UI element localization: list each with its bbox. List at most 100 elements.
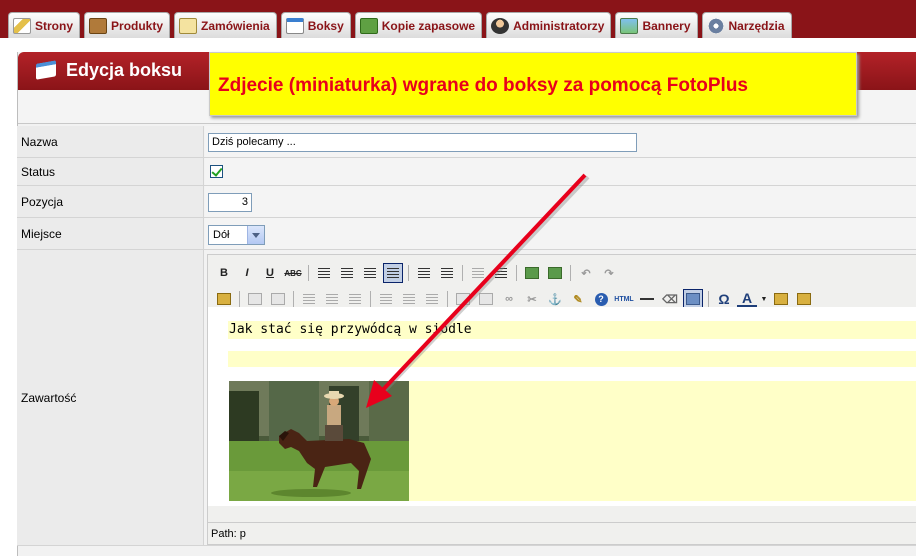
scroll-icon	[179, 17, 198, 34]
special-char-button[interactable]: Ω	[714, 289, 734, 309]
italic-button[interactable]: I	[237, 263, 257, 283]
main-tabs: Strony Produkty Zamówienia Boksy Kopie z…	[8, 12, 792, 38]
delete-col-button[interactable]	[422, 289, 442, 309]
horse-rider-photo[interactable]	[229, 381, 409, 501]
position-field-cell: 3	[205, 186, 916, 217]
document-icon	[36, 60, 56, 80]
bullet-list-button[interactable]	[414, 263, 434, 283]
tab-zamowienia[interactable]: Zamówienia	[174, 12, 277, 38]
undo-button[interactable]: ↶	[576, 263, 596, 283]
edit-icon	[217, 293, 231, 305]
help-button[interactable]: ?	[591, 289, 611, 309]
toolbar-separator	[462, 265, 463, 281]
edit-css-button[interactable]	[214, 289, 234, 309]
place-select-value: Dół	[213, 229, 230, 241]
outdent-icon	[472, 268, 484, 278]
tab-administratorzy[interactable]: Administratorzy	[486, 12, 612, 38]
content-paragraph: Jak stać się przywódcą w siodle	[229, 322, 472, 337]
toolbar-separator	[516, 265, 517, 281]
link-icon: ∞	[505, 293, 513, 305]
status-field-cell	[205, 158, 916, 185]
split-cells-button[interactable]	[453, 289, 473, 309]
editor-toolbar-row-2: ∞ ✂ ⚓ ✎ ? HTML ⌫ Ω A ▼	[214, 289, 814, 309]
align-justify-button[interactable]	[383, 263, 403, 283]
align-right-icon	[364, 268, 376, 278]
merge-cells-button[interactable]	[476, 289, 496, 309]
insert-col-button[interactable]	[268, 289, 288, 309]
font-color-button[interactable]: A	[737, 290, 757, 308]
annotation-text: Zdjecie (miniaturka) wgrane do boksy za …	[218, 75, 748, 96]
name-label: Nazwa	[17, 126, 204, 157]
link-button[interactable]: ∞	[499, 289, 519, 309]
row-before-button[interactable]	[299, 289, 319, 309]
unlink-button[interactable]: ✂	[522, 289, 542, 309]
tab-strony[interactable]: Strony	[8, 12, 81, 38]
row-before-icon	[303, 294, 315, 304]
delete-row-button[interactable]	[345, 289, 365, 309]
visual-aid-button[interactable]	[683, 289, 703, 309]
indent-icon	[495, 268, 507, 278]
tab-label: Bannery	[642, 18, 691, 33]
tab-bannery[interactable]: Bannery	[615, 12, 698, 38]
media-button[interactable]	[522, 263, 542, 283]
bullet-list-icon	[418, 268, 430, 278]
cleanup-button[interactable]: ✎	[568, 289, 588, 309]
form-row-status: Status	[17, 158, 916, 186]
redo-button[interactable]: ↷	[599, 263, 619, 283]
align-center-button[interactable]	[337, 263, 357, 283]
content-highlight	[408, 381, 916, 501]
horizontal-rule-button[interactable]	[637, 289, 657, 309]
toolbar-separator	[293, 291, 294, 307]
box-icon	[89, 17, 108, 34]
toolbar-separator	[408, 265, 409, 281]
place-select[interactable]: Dół	[208, 225, 265, 245]
col-before-button[interactable]	[376, 289, 396, 309]
underline-button[interactable]: U	[260, 263, 280, 283]
row-after-button[interactable]	[322, 289, 342, 309]
bold-button[interactable]: B	[214, 263, 234, 283]
position-input[interactable]: 3	[208, 193, 252, 212]
form-row-content: Zawartość B I U ABC ↶ ↷ ∞ ✂ ⚓ ✎ ? HTML ⌫…	[17, 250, 916, 546]
numbered-list-button[interactable]	[437, 263, 457, 283]
font-color-dropdown[interactable]: ▼	[760, 289, 768, 309]
eraser-icon: ⌫	[662, 293, 678, 306]
content-highlight	[228, 351, 916, 367]
editor-content-area[interactable]: Jak stać się przywódcą w siodle	[208, 307, 916, 506]
align-left-button[interactable]	[314, 263, 334, 283]
pencil-icon	[13, 17, 31, 34]
align-right-button[interactable]	[360, 263, 380, 283]
status-label: Status	[17, 158, 204, 185]
numbered-list-icon	[441, 268, 453, 278]
help-icon: ?	[594, 292, 608, 306]
tab-label: Boksy	[307, 18, 344, 33]
name-input[interactable]: Dziś polecamy ...	[208, 133, 637, 152]
indent-button[interactable]	[491, 263, 511, 283]
col-after-button[interactable]	[399, 289, 419, 309]
tab-produkty[interactable]: Produkty	[84, 12, 171, 38]
toolbar-separator	[708, 291, 709, 307]
col-before-icon	[380, 294, 392, 304]
paste-word-button[interactable]	[794, 289, 814, 309]
split-cells-icon	[456, 293, 470, 305]
chevron-down-icon[interactable]	[247, 226, 264, 244]
name-field-cell: Dziś polecamy ...	[205, 126, 916, 157]
status-checkbox[interactable]	[210, 165, 223, 178]
anchor-button[interactable]: ⚓	[545, 289, 565, 309]
tab-kopie-zapasowe[interactable]: Kopie zapasowe	[354, 12, 483, 38]
col-after-icon	[403, 294, 415, 304]
toolbar-separator	[570, 265, 571, 281]
hr-icon	[640, 298, 654, 300]
form-row-position: Pozycja 3	[17, 186, 916, 218]
image-button[interactable]	[545, 263, 565, 283]
toolbar-separator	[239, 291, 240, 307]
insert-row-button[interactable]	[245, 289, 265, 309]
tab-boksy[interactable]: Boksy	[280, 12, 351, 38]
tab-narzedzia[interactable]: Narzędzia	[701, 12, 792, 38]
remove-format-button[interactable]: ⌫	[660, 289, 680, 309]
broom-icon: ✎	[573, 293, 583, 306]
strikethrough-button[interactable]: ABC	[283, 263, 303, 283]
outdent-button[interactable]	[468, 263, 488, 283]
html-button[interactable]: HTML	[614, 289, 634, 309]
image-icon	[548, 267, 562, 279]
paste-text-button[interactable]	[771, 289, 791, 309]
